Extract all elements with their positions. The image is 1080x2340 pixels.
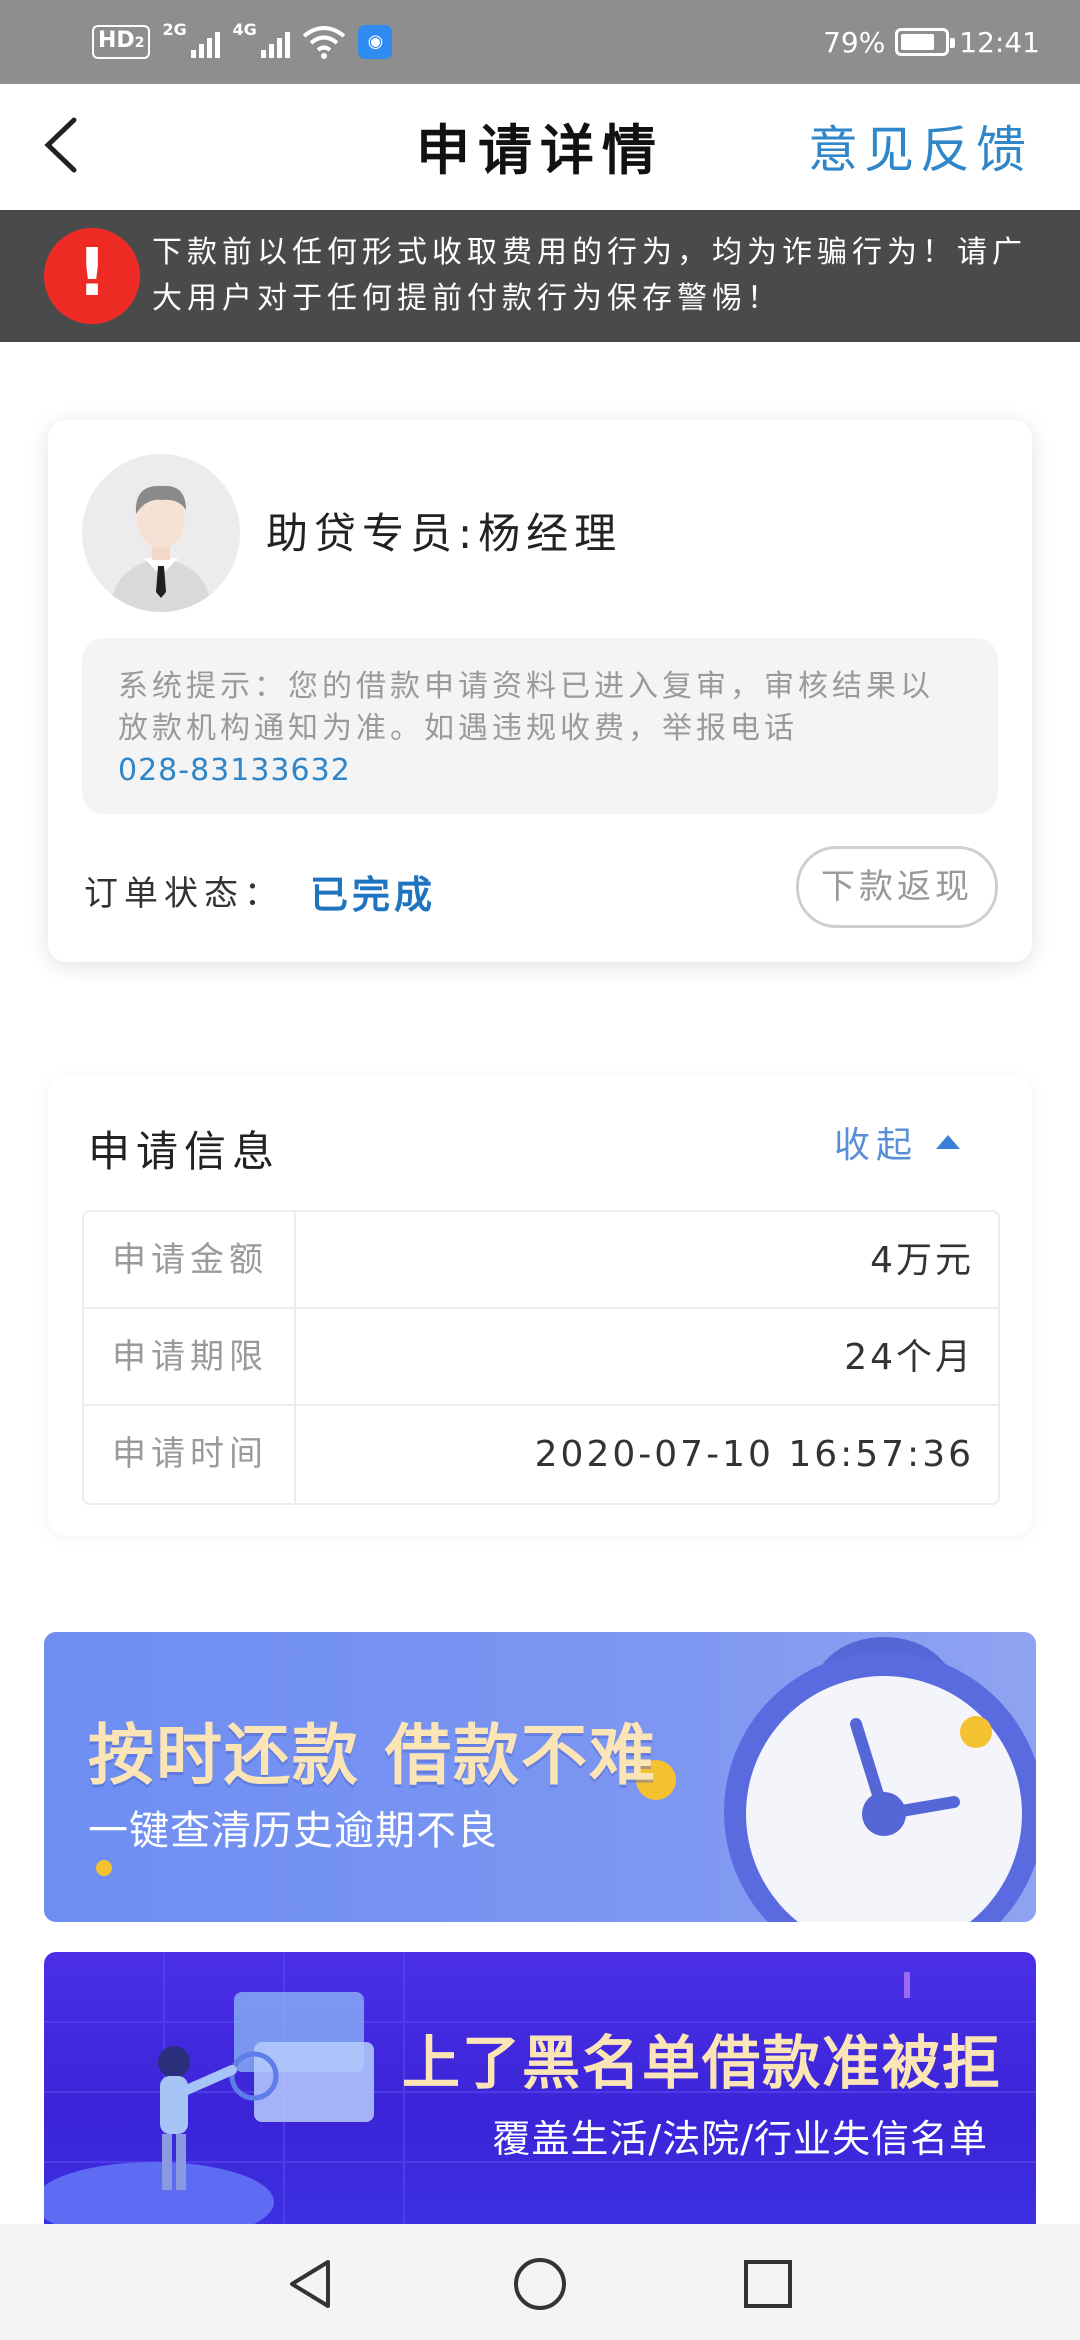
square-recents-icon [744,2260,792,2308]
network-2g-label: 2G [162,20,187,39]
person-icon [82,454,240,612]
order-status-value: 已完成 [310,873,437,917]
row-key: 申请金额 [84,1212,296,1307]
info-table: 申请金额 4万元 申请期限 24个月 申请时间 2020-07-10 16:57… [82,1210,1000,1505]
signal-4g-icon: 4G [232,20,291,62]
status-icons-right: 79% 12:41 [823,22,1040,62]
collapse-label: 收起 [833,1125,918,1166]
blacklist-ad-banner[interactable]: 上了黑名单借款准被拒 覆盖生活/法院/行业失信名单 [44,1952,1036,2224]
hotspot-icon: ◉ [358,25,393,59]
table-row: 申请金额 4万元 [84,1212,998,1309]
hd-voice-icon: HD2 [92,25,151,59]
feedback-button[interactable]: 意见反馈 [808,110,1032,182]
banner2-title: 上了黑名单借款准被拒 [402,2029,1003,2097]
triangle-back-icon [290,2260,330,2308]
system-tip: 系统提示：您的借款申请资料已进入复审，审核结果以放款机构通知为准。如遇违规收费，… [82,638,998,814]
row-key: 申请时间 [84,1406,296,1503]
section-title: 申请信息 [88,1127,281,1176]
application-info-card: 申请信息 收起 申请金额 4万元 申请期限 24个月 申请时间 2020-07-… [48,1076,1032,1536]
row-value: 24个月 [844,1337,974,1378]
cashback-button[interactable]: 下款返现 [796,846,998,928]
battery-icon [895,28,956,56]
agent-card: 助贷专员:杨经理 系统提示：您的借款申请资料已进入复审，审核结果以放款机构通知为… [48,420,1032,962]
banner1-subtitle: 一键查清历史逾期不良 [88,1808,498,1854]
fraud-warning-banner: ! 下款前以任何形式收取费用的行为，均为诈骗行为！请广大用户对于任何提前付款行为… [0,210,1080,342]
banner2-subtitle: 覆盖生活/法院/行业失信名单 [492,2117,988,2161]
table-row: 申请期限 24个月 [84,1309,998,1406]
signal-2g-icon: 2G [162,20,221,62]
hd-sub-label: 2 [134,35,145,51]
status-icons-left: HD2 2G 4G ◉ [92,20,393,62]
nav-recents-button[interactable] [738,2254,798,2314]
repayment-ad-banner[interactable]: 按时还款 借款不难 一键查清历史逾期不良 [44,1632,1036,1922]
table-row: 申请时间 2020-07-10 16:57:36 [84,1406,998,1503]
app-header: 申请详情 意见反馈 [0,84,1080,210]
row-key: 申请期限 [84,1309,296,1404]
circle-home-icon [514,2258,566,2310]
network-4g-label: 4G [232,20,257,39]
report-phone-link[interactable]: 028-83133632 [118,750,962,792]
exclamation-icon: ! [44,228,140,324]
warning-text: 下款前以任何形式收取费用的行为，均为诈骗行为！请广大用户对于任何提前付款行为保存… [152,235,1027,316]
system-nav-bar [0,2224,1080,2340]
agent-name: 助贷专员:杨经理 [266,509,623,558]
row-value: 2020-07-10 16:57:36 [534,1434,974,1475]
collapse-button[interactable]: 收起 [834,1116,960,1168]
avatar [82,454,240,612]
system-tip-text: 系统提示：您的借款申请资料已进入复审，审核结果以放款机构通知为准。如遇违规收费，… [118,669,934,746]
order-status-label: 订单状态： [84,874,284,914]
wifi-icon [302,24,346,60]
battery-percent: 79% [823,25,886,59]
row-value: 4万元 [870,1240,974,1281]
status-bar: HD2 2G 4G ◉ 79% 12:41 [0,0,1080,84]
clock: 12:41 [959,25,1040,59]
caret-up-icon [936,1135,960,1149]
nav-back-button[interactable] [282,2254,342,2314]
nav-home-button[interactable] [510,2254,570,2314]
banner1-title: 按时还款 借款不难 [88,1717,657,1794]
hd-label: HD [98,28,135,53]
